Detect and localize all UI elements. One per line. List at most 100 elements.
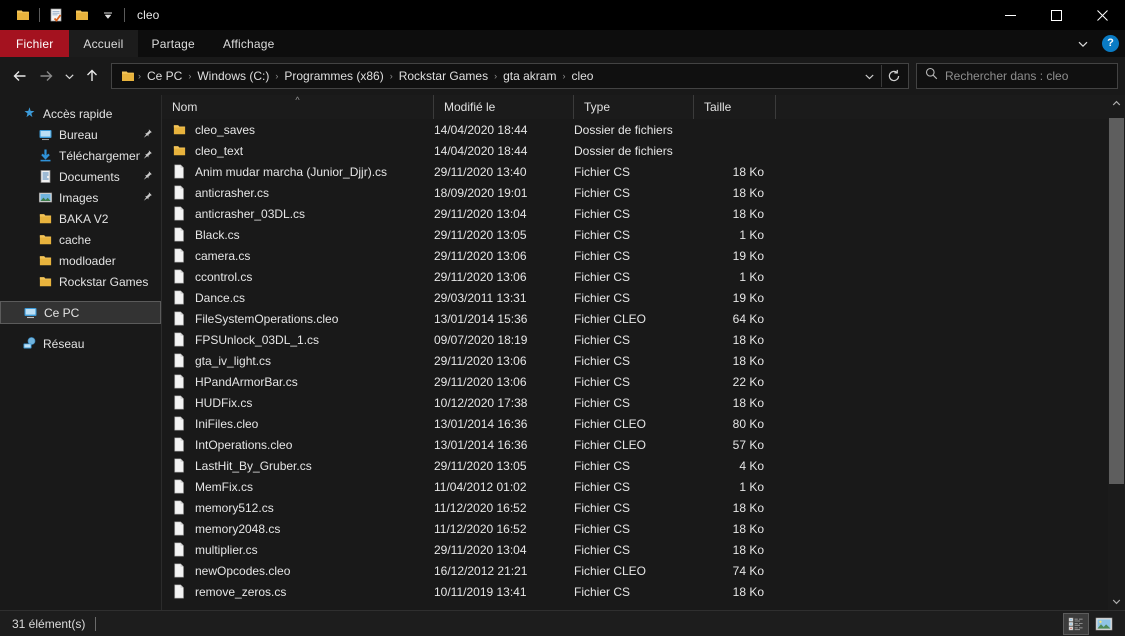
- sidebar-item-ce-pc[interactable]: Ce PC: [0, 301, 161, 324]
- table-row[interactable]: remove_zeros.cs 10/11/2019 13:41 Fichier C…: [162, 581, 1108, 602]
- scroll-up-icon[interactable]: [1108, 95, 1125, 112]
- table-row[interactable]: FPSUnlock_03DL_1.cs 09/07/2020 18:19 Fichi…: [162, 329, 1108, 350]
- table-row[interactable]: anticrasher_03DL.cs 29/11/2020 13:04 Fichi…: [162, 203, 1108, 224]
- sidebar-item-baka-v2[interactable]: BAKA V2: [0, 208, 161, 229]
- window-controls: [987, 0, 1125, 30]
- breadcrumb-item-windows-c[interactable]: Windows (C:): [192, 67, 274, 85]
- forward-button[interactable]: [33, 63, 59, 89]
- table-row[interactable]: multiplier.cs 29/11/2020 13:04 Fichier CS 1…: [162, 539, 1108, 560]
- refresh-icon[interactable]: [882, 64, 906, 88]
- cell-name: HUDFix.cs: [162, 395, 434, 410]
- cell-type: Fichier CS: [574, 479, 631, 494]
- sidebar-item-telechargements[interactable]: Téléchargements: [0, 145, 161, 166]
- cell-name: HPandArmorBar.cs: [162, 374, 434, 389]
- table-row[interactable]: IntOperations.cleo 13/01/2014 16:36 Fichie…: [162, 434, 1108, 455]
- file-name: Anim mudar marcha (Junior_Djjr).cs: [195, 164, 388, 179]
- table-row[interactable]: LastHit_By_Gruber.cs 29/11/2020 13:05 Fich…: [162, 455, 1108, 476]
- history-dropdown-icon[interactable]: [857, 64, 881, 88]
- cell-date: 14/04/2020 18:44: [434, 143, 528, 158]
- breadcrumb-bar[interactable]: › Ce PC › Windows (C:) › Programmes (x86…: [111, 63, 909, 89]
- breadcrumb-item-rockstar-games[interactable]: Rockstar Games: [394, 67, 493, 85]
- details-view-button[interactable]: [1063, 612, 1089, 635]
- breadcrumb-item-gta-akram[interactable]: gta akram: [498, 67, 561, 85]
- large-icons-view-button[interactable]: [1091, 613, 1117, 635]
- cell-size: 4 Ko: [739, 458, 764, 473]
- breadcrumb: › Ce PC › Windows (C:) › Programmes (x86…: [137, 67, 857, 85]
- scroll-down-icon[interactable]: [1108, 593, 1125, 610]
- new-folder-icon[interactable]: [69, 3, 95, 27]
- sidebar-item-reseau[interactable]: Réseau: [0, 333, 161, 354]
- cell-size: 22 Ko: [732, 374, 764, 389]
- table-row[interactable]: Dance.cs 29/03/2011 13:31 Fichier CS 19 Ko: [162, 287, 1108, 308]
- table-row[interactable]: camera.cs 29/11/2020 13:06 Fichier CS 19 Ko: [162, 245, 1108, 266]
- table-row[interactable]: IniFiles.cleo 13/01/2014 16:36 Fichier CLE…: [162, 413, 1108, 434]
- pin-icon[interactable]: [140, 128, 153, 142]
- sidebar-item-rockstar-games[interactable]: Rockstar Games: [0, 271, 161, 292]
- pin-icon[interactable]: [140, 191, 153, 205]
- scrollbar-thumb[interactable]: [1109, 118, 1124, 484]
- sidebar-item-images[interactable]: Images: [0, 187, 161, 208]
- maximize-button[interactable]: [1033, 0, 1079, 30]
- close-button[interactable]: [1079, 0, 1125, 30]
- title-bar: cleo: [0, 0, 1125, 30]
- tab-affichage[interactable]: Affichage: [209, 30, 289, 57]
- sidebar-item-acces-rapide[interactable]: Accès rapide: [0, 103, 161, 124]
- address-tools: [857, 64, 906, 88]
- table-row[interactable]: memory512.cs 11/12/2020 16:52 Fichier CS 18…: [162, 497, 1108, 518]
- customize-dropdown-icon[interactable]: [95, 3, 121, 27]
- table-row[interactable]: cleo_text 14/04/2020 18:44 Dossier de fich…: [162, 140, 1108, 161]
- chevron-down-icon[interactable]: [1072, 33, 1094, 55]
- sidebar-label: Réseau: [43, 336, 85, 351]
- file-icon: [172, 563, 188, 578]
- table-row[interactable]: cleo_saves 14/04/2020 18:44 Dossier de fic…: [162, 119, 1108, 140]
- table-row[interactable]: Black.cs 29/11/2020 13:05 Fichier CS 1 Ko: [162, 224, 1108, 245]
- column-header-nom[interactable]: Nom ^: [162, 95, 434, 119]
- help-button[interactable]: ?: [1102, 35, 1119, 52]
- tab-partage[interactable]: Partage: [138, 30, 209, 57]
- recent-locations-icon[interactable]: [59, 63, 79, 89]
- column-header-modifie-le[interactable]: Modifié le: [434, 95, 574, 119]
- pin-icon[interactable]: [140, 170, 153, 184]
- back-button[interactable]: [7, 63, 33, 89]
- table-row[interactable]: MemFix.cs 11/04/2012 01:02 Fichier CS 1 Ko: [162, 476, 1108, 497]
- search-box[interactable]: Rechercher dans : cleo: [916, 63, 1118, 89]
- folder-icon[interactable]: [10, 3, 36, 27]
- column-header-taille[interactable]: Taille: [694, 95, 776, 119]
- table-row[interactable]: anticrasher.cs 18/09/2020 19:01 Fichier CS…: [162, 182, 1108, 203]
- breadcrumb-item-ce-pc[interactable]: Ce PC: [142, 67, 187, 85]
- breadcrumb-item-programmes-x86[interactable]: Programmes (x86): [279, 67, 388, 85]
- tab-accueil[interactable]: Accueil: [69, 30, 138, 57]
- table-row[interactable]: HUDFix.cs 10/12/2020 17:38 Fichier CS 18 Ko: [162, 392, 1108, 413]
- table-row[interactable]: Anim mudar marcha (Junior_Djjr).cs 29/11/…: [162, 161, 1108, 182]
- vertical-scrollbar[interactable]: [1108, 95, 1125, 610]
- table-row[interactable]: HPandArmorBar.cs 29/11/2020 13:06 Fichier …: [162, 371, 1108, 392]
- column-header-type[interactable]: Type: [574, 95, 694, 119]
- table-row[interactable]: gta_iv_light.cs 29/11/2020 13:06 Fichier C…: [162, 350, 1108, 371]
- sidebar-item-modloader[interactable]: modloader: [0, 250, 161, 271]
- navigation-pane: Accès rapide Bureau Téléchargements: [0, 95, 161, 610]
- cell-size: 19 Ko: [732, 248, 764, 263]
- cell-size: 18 Ko: [732, 521, 764, 536]
- scrollbar-track[interactable]: [1108, 112, 1125, 593]
- sidebar-item-cache[interactable]: cache: [0, 229, 161, 250]
- up-button[interactable]: [79, 63, 105, 89]
- breadcrumb-item-cleo[interactable]: cleo: [566, 67, 598, 85]
- table-row[interactable]: newOpcodes.cleo 16/12/2012 21:21 Fichier C…: [162, 560, 1108, 581]
- file-icon: [172, 248, 188, 263]
- download-icon: [37, 148, 53, 164]
- cell-name: anticrasher_03DL.cs: [162, 206, 434, 221]
- table-row[interactable]: memory2048.cs 11/12/2020 16:52 Fichier CS 1…: [162, 518, 1108, 539]
- minimize-button[interactable]: [987, 0, 1033, 30]
- folder-icon: [37, 274, 53, 290]
- sidebar-item-documents[interactable]: Documents: [0, 166, 161, 187]
- cell-type: Fichier CLEO: [574, 563, 647, 578]
- sidebar-item-bureau[interactable]: Bureau: [0, 124, 161, 145]
- cell-name: memory512.cs: [162, 500, 434, 515]
- tab-fichier[interactable]: Fichier: [0, 30, 70, 57]
- table-row[interactable]: ccontrol.cs 29/11/2020 13:06 Fichier CS 1 K…: [162, 266, 1108, 287]
- quick-access-toolbar: cleo: [0, 3, 159, 27]
- properties-icon[interactable]: [43, 3, 69, 27]
- pin-icon[interactable]: [140, 149, 153, 163]
- cell-size: 18 Ko: [732, 395, 764, 410]
- table-row[interactable]: FileSystemOperations.cleo 13/01/2014 15:3…: [162, 308, 1108, 329]
